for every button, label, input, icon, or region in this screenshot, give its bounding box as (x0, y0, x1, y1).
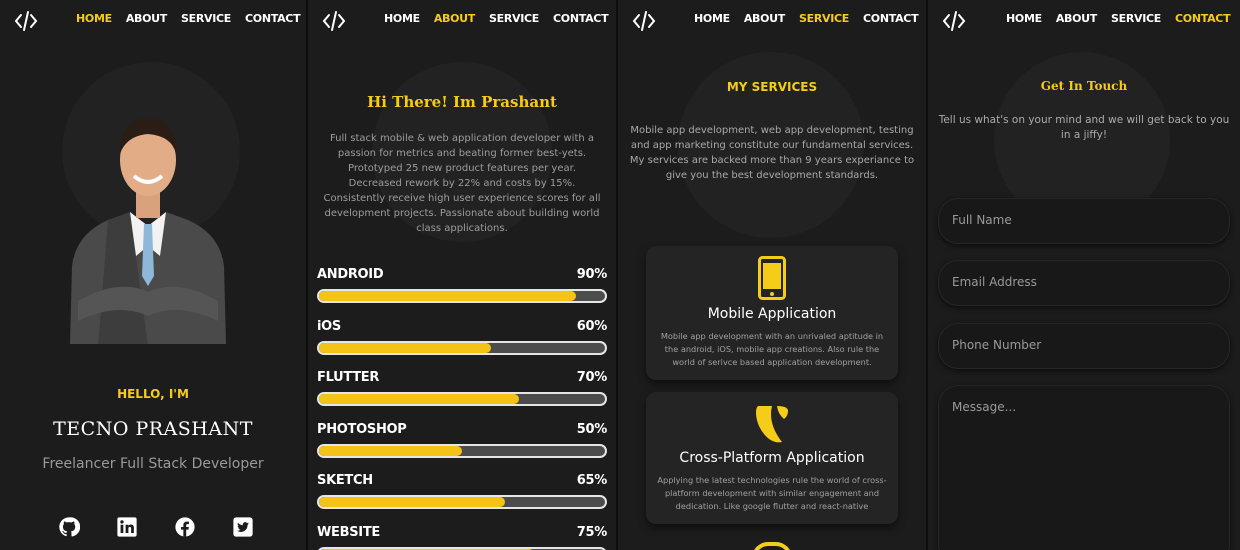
nav-links: HOME ABOUT SERVICE CONTACT (694, 12, 926, 25)
nav-about[interactable]: ABOUT (434, 12, 475, 25)
code-logo-icon[interactable] (322, 10, 346, 32)
service-card-description: Applying the latest technologies rule th… (657, 475, 887, 511)
skill-item: WEBSITE 75% (317, 525, 607, 550)
nav-bar: HOME ABOUT SERVICE CONTACT (618, 8, 926, 32)
nav-links: HOME ABOUT SERVICE CONTACT (76, 12, 306, 25)
email-field[interactable]: Email Address (938, 260, 1230, 306)
nav-home[interactable]: HOME (1006, 12, 1042, 25)
skill-progress-fill (319, 394, 520, 405)
contact-title: Get In Touch (1040, 79, 1128, 93)
nav-service[interactable]: SERVICE (1111, 12, 1161, 25)
nav-contact[interactable]: CONTACT (863, 12, 919, 25)
github-icon[interactable] (58, 516, 81, 538)
skill-progress-bar (317, 340, 607, 355)
skill-name: iOS (317, 318, 341, 334)
services-title: MY SERVICES (726, 80, 818, 94)
full-name-field[interactable]: Full Name (938, 198, 1230, 244)
nav-home[interactable]: HOME (76, 12, 112, 25)
skill-item: ANDROID 90% (317, 267, 607, 319)
facebook-icon[interactable] (174, 516, 196, 538)
linkedin-icon[interactable] (116, 516, 138, 538)
skill-percent: 70% (576, 370, 608, 386)
nav-contact[interactable]: CONTACT (1175, 12, 1231, 25)
contact-description: Tell us what's on your mind and we will … (938, 114, 1230, 141)
nav-home[interactable]: HOME (384, 12, 420, 25)
code-logo-icon[interactable] (942, 10, 966, 32)
service-card-title: Cross-Platform Application (679, 450, 865, 466)
nav-about[interactable]: ABOUT (744, 12, 785, 25)
skill-percent: 60% (576, 318, 608, 334)
about-title: Hi There! Im Prashant (367, 93, 557, 111)
mobile-phone-icon (758, 256, 786, 300)
skill-progress-fill (319, 445, 462, 456)
home-screen: HOME ABOUT SERVICE CONTACT HELLO, I'M TECNO… (0, 0, 306, 550)
skill-progress-fill (319, 291, 577, 301)
service-screen: HOME ABOUT SERVICE CONTACT MY SERVICES Mobi… (618, 0, 926, 550)
skill-progress-fill (319, 497, 505, 508)
code-logo-icon[interactable] (14, 10, 38, 32)
twitter-icon[interactable] (232, 516, 254, 538)
skill-item: PHOTOSHOP 50% (317, 422, 607, 474)
skill-progress-bar (317, 443, 607, 458)
service-card-icon-partial (752, 542, 792, 550)
profile-photo (68, 96, 228, 346)
nav-links: HOME ABOUT SERVICE CONTACT (1006, 12, 1240, 25)
nav-service[interactable]: SERVICE (181, 12, 231, 25)
skill-item: FLUTTER 70% (317, 370, 607, 422)
skill-percent: 90% (576, 267, 608, 282)
about-description: Full stack mobile & web application deve… (323, 133, 601, 234)
contact-screen: HOME ABOUT SERVICE CONTACT Get In Touch Tel… (928, 0, 1240, 550)
skill-progress-fill (319, 342, 491, 353)
about-screen: HOME ABOUT SERVICE CONTACT Hi There! Im Pra… (308, 0, 616, 550)
skill-progress-bar (317, 392, 607, 407)
skill-name: SKETCH (317, 473, 373, 489)
skill-name: WEBSITE (317, 524, 380, 540)
greeting-text: HELLO, I'M (117, 387, 189, 401)
skill-progress-bar (317, 289, 607, 303)
nav-home[interactable]: HOME (694, 12, 730, 25)
nav-contact[interactable]: CONTACT (553, 12, 609, 25)
code-logo-icon[interactable] (632, 10, 656, 32)
nav-bar: HOME ABOUT SERVICE CONTACT (0, 8, 306, 32)
message-field[interactable]: Message... (938, 385, 1230, 550)
nav-contact[interactable]: CONTACT (245, 12, 301, 25)
skill-progress-bar (317, 495, 607, 510)
nav-about[interactable]: ABOUT (1056, 12, 1097, 25)
social-links (58, 516, 254, 538)
skill-name: ANDROID (317, 267, 384, 282)
skill-name: FLUTTER (317, 370, 380, 386)
skill-item: SKETCH 65% (317, 473, 607, 525)
skills-list: ANDROID 90% iOS 60% FLUTTER 70% PHOTOSHOP 50… (317, 267, 607, 550)
service-card-cross-platform[interactable]: Cross-Platform Application Applying the … (646, 392, 898, 524)
skill-name: PHOTOSHOP (317, 421, 407, 437)
typo3-icon (756, 406, 788, 443)
skill-item: iOS 60% (317, 319, 607, 371)
profile-name: TECNO PRASHANT (53, 418, 253, 440)
skill-percent: 75% (576, 524, 608, 540)
phone-field[interactable]: Phone Number (938, 323, 1230, 369)
nav-about[interactable]: ABOUT (126, 12, 167, 25)
nav-bar: HOME ABOUT SERVICE CONTACT (928, 8, 1240, 32)
skill-percent: 50% (576, 421, 608, 437)
profile-role: Freelancer Full Stack Developer (42, 456, 264, 472)
services-description: Mobile app development, web app developm… (629, 125, 915, 181)
skill-percent: 65% (576, 473, 608, 489)
service-card-mobile[interactable]: Mobile Application Mobile app developmen… (646, 246, 898, 380)
nav-bar: HOME ABOUT SERVICE CONTACT (308, 8, 616, 32)
nav-links: HOME ABOUT SERVICE CONTACT (384, 12, 616, 25)
nav-service[interactable]: SERVICE (489, 12, 539, 25)
service-card-title: Mobile Application (707, 306, 837, 322)
service-card-description: Mobile app development with an unrivaled… (660, 331, 884, 367)
nav-service[interactable]: SERVICE (799, 12, 849, 25)
